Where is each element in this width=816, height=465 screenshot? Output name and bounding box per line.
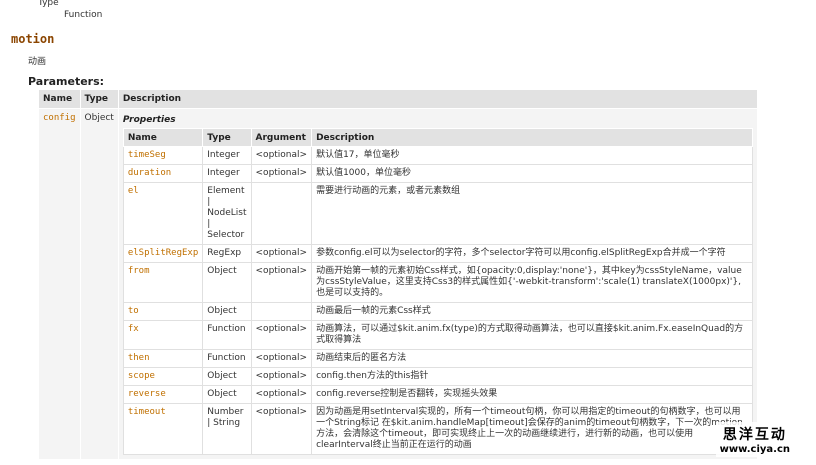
properties-body: timeSeg Integer <optional> 默认值17，单位毫秒 durati… <box>122 146 753 455</box>
property-row: elSplitRegExp RegExp <optional> 参数config.el… <box>122 244 753 263</box>
header-name: Name <box>38 89 81 109</box>
property-type: Object <box>202 385 252 404</box>
property-name: to <box>122 302 204 321</box>
watermark-logo: 思洋互动 www.ciya.cn <box>715 422 794 457</box>
parameters-header-row: Name Type Description <box>38 89 758 109</box>
property-name: duration <box>122 164 204 183</box>
property-type: Object <box>202 302 252 321</box>
property-argument: <optional> <box>250 146 313 165</box>
type-value: Function <box>64 10 103 20</box>
parameters-table: Name Type Description config Object Prop… <box>38 89 758 460</box>
property-type: Object <box>202 262 252 303</box>
prop-header-name: Name <box>122 128 204 147</box>
property-argument <box>250 182 313 245</box>
property-type: Integer <box>202 146 252 165</box>
param-description-cell: Properties Name Type Argument Descriptio… <box>117 108 758 460</box>
properties-header-row: Name Type Argument Description <box>122 128 753 147</box>
property-row: duration Integer <optional> 默认值1000，单位毫秒 <box>122 164 753 183</box>
properties-table: Name Type Argument Description timeSeg In… <box>122 128 753 455</box>
property-row: from Object <optional> 动画开始第一帧的元素初始Css样式，如{… <box>122 262 753 303</box>
parameter-row: config Object Properties Name Type Argum… <box>38 108 758 460</box>
property-row: then Function <optional> 动画结束后的匿名方法 <box>122 349 753 368</box>
property-name: elSplitRegExp <box>122 244 204 263</box>
property-row: reverse Object <optional> config.reverse控制是… <box>122 385 753 404</box>
property-argument: <optional> <box>250 403 313 455</box>
property-type: Object <box>202 367 252 386</box>
property-row: scope Object <optional> config.then方法的this指… <box>122 367 753 386</box>
property-description: 动画算法，可以通过$kit.anim.fx(type)的方式取得动画算法，也可以… <box>311 320 753 350</box>
property-argument: <optional> <box>250 262 313 303</box>
property-type: Element | NodeList | Selector <box>202 182 252 245</box>
property-type: RegExp <box>202 244 252 263</box>
property-description: 因为动画是用setInterval实现的，所有一个timeout句柄，你可以用指… <box>311 403 753 455</box>
property-description: 动画开始第一帧的元素初始Css样式，如{opacity:0,display:'n… <box>311 262 753 303</box>
prop-header-type: Type <box>202 128 252 147</box>
property-name: timeout <box>122 403 204 455</box>
property-row: timeSeg Integer <optional> 默认值17，单位毫秒 <box>122 146 753 165</box>
property-row: el Element | NodeList | Selector 需要进行动画的元素… <box>122 182 753 245</box>
property-name: timeSeg <box>122 146 204 165</box>
header-description: Description <box>117 89 758 109</box>
watermark-text: 思洋互动 <box>722 427 787 443</box>
property-argument: <optional> <box>250 244 313 263</box>
property-argument: <optional> <box>250 367 313 386</box>
property-argument: <optional> <box>250 320 313 350</box>
properties-heading: Properties <box>122 115 176 125</box>
prop-header-argument: Argument <box>250 128 313 147</box>
property-name: scope <box>122 367 204 386</box>
property-name: from <box>122 262 204 303</box>
property-name: reverse <box>122 385 204 404</box>
property-argument: <optional> <box>250 164 313 183</box>
property-type: Function <box>202 349 252 368</box>
parameters-heading: Parameters: <box>28 75 105 88</box>
property-row: timeout Number | String <optional> 因为动画是用se… <box>122 403 753 455</box>
method-description: 动画 <box>28 57 47 67</box>
property-type: Number | String <box>202 403 252 455</box>
param-name: config <box>43 113 76 123</box>
property-name: el <box>122 182 204 245</box>
property-name: then <box>122 349 204 368</box>
param-name-cell: config <box>38 108 81 460</box>
watermark-url: www.ciya.cn <box>719 444 790 455</box>
property-description: 参数config.el可以为selector的字符，多个selector字符可以… <box>311 244 753 263</box>
property-description: config.reverse控制是否翻转，实现摇头效果 <box>311 385 753 404</box>
param-type: Object <box>79 108 119 460</box>
prop-header-description: Description <box>311 128 753 147</box>
header-type: Type <box>79 89 119 109</box>
property-type: Function <box>202 320 252 350</box>
property-description: 动画最后一帧的元素Css样式 <box>311 302 753 321</box>
property-name: fx <box>122 320 204 350</box>
property-argument <box>250 302 313 321</box>
property-description: 默认值17，单位毫秒 <box>311 146 753 165</box>
property-description: 动画结束后的匿名方法 <box>311 349 753 368</box>
property-description: config.then方法的this指针 <box>311 367 753 386</box>
property-row: fx Function <optional> 动画算法，可以通过$kit.anim.f… <box>122 320 753 350</box>
property-description: 默认值1000，单位毫秒 <box>311 164 753 183</box>
method-name: motion <box>11 32 55 46</box>
property-row: to Object 动画最后一帧的元素Css样式 <box>122 302 753 321</box>
property-description: 需要进行动画的元素，或者元素数组 <box>311 182 753 245</box>
type-label: Type <box>38 0 59 8</box>
property-argument: <optional> <box>250 349 313 368</box>
property-argument: <optional> <box>250 385 313 404</box>
property-type: Integer <box>202 164 252 183</box>
